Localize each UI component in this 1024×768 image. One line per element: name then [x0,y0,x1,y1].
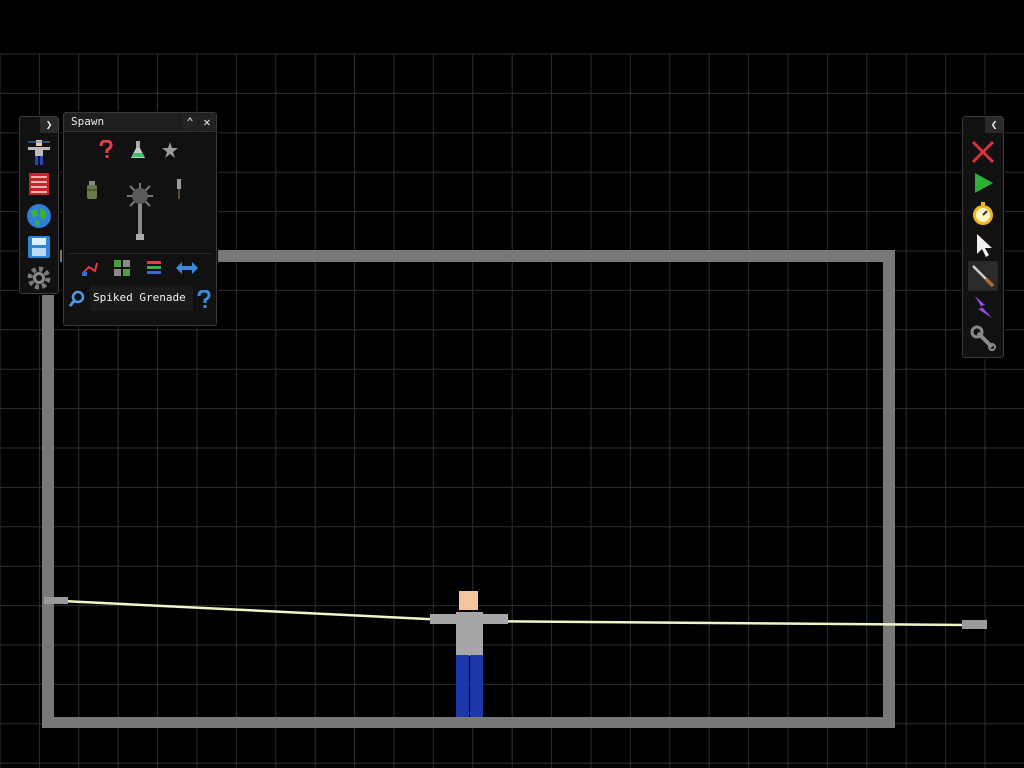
spawn-panel-header[interactable]: Spawn ⌃ ✕ [64,113,216,132]
help-icon[interactable] [194,289,214,311]
knife-tool-icon[interactable] [968,261,998,291]
collapse-icon[interactable]: ⌃ [182,114,198,130]
star-icon[interactable] [160,139,180,161]
spawn-tool-strip [68,253,212,282]
left-toolbar: ❯ [19,116,59,294]
knife-icon[interactable] [172,177,186,201]
settings-icon[interactable] [24,263,54,293]
ragdoll-left-arm[interactable] [430,614,458,624]
human-icon[interactable] [24,137,54,167]
right-toolbar: ❮ [962,116,1004,358]
play-icon[interactable] [968,168,998,198]
mystery-spawn-icon[interactable] [96,139,116,161]
lightning-icon[interactable] [968,292,998,322]
arena-right-wall [883,250,895,728]
ragdoll-head[interactable] [459,591,478,610]
layers-tool-icon[interactable] [144,258,164,278]
grid-tool-icon[interactable] [112,258,132,278]
arena-left-wall [42,250,54,728]
chevron-right-icon[interactable]: ❯ [40,117,58,133]
rope-anchor-right [962,620,987,629]
spawn-panel-title: Spawn [71,115,105,128]
flip-tool-icon[interactable] [176,258,198,278]
globe-icon[interactable] [24,201,54,231]
search-icon[interactable] [67,289,87,309]
arena-floor [42,717,895,728]
wrench-icon[interactable] [968,323,998,353]
spawn-search-row: Spiked Grenade [64,285,216,315]
ragdoll-right-arm[interactable] [481,614,508,624]
timer-icon[interactable] [968,199,998,229]
rope-anchor-left [44,597,68,604]
cursor-icon[interactable] [968,230,998,260]
save-icon[interactable] [24,232,54,262]
ragdoll-torso[interactable] [456,612,483,656]
delete-icon[interactable] [968,137,998,167]
chevron-left-icon[interactable]: ❮ [985,117,1003,133]
spiked-grenade-icon[interactable] [124,181,156,243]
spawn-search-input[interactable]: Spiked Grenade [90,285,193,311]
ragdoll-left-leg[interactable] [456,655,469,717]
wire-tool-icon[interactable] [80,258,100,278]
flask-icon[interactable] [128,139,148,161]
spawn-panel: Spawn ⌃ ✕ Spiked Grenade [63,112,217,326]
ragdoll-right-leg[interactable] [470,655,483,717]
grenade-icon[interactable] [82,179,102,201]
book-icon[interactable] [24,169,54,199]
close-icon[interactable]: ✕ [199,114,215,130]
